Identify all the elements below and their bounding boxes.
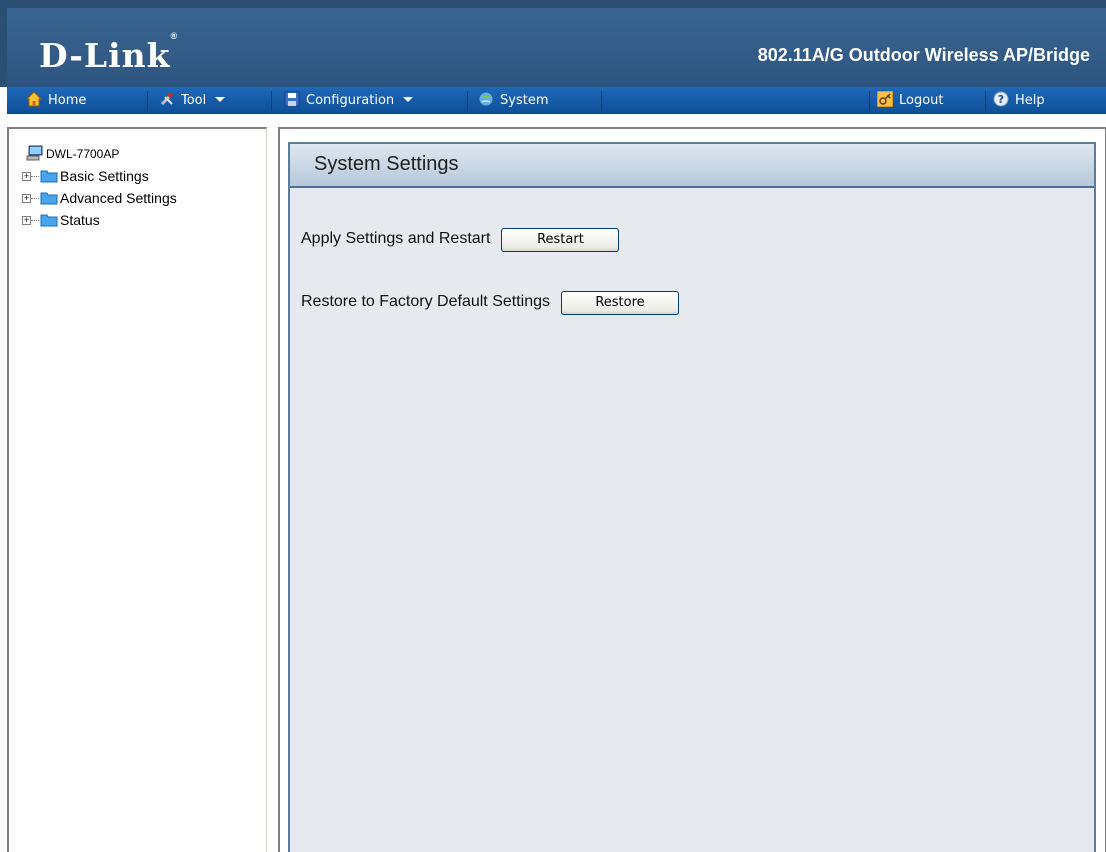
dlink-logo: D-Link® (39, 31, 179, 75)
tree-item-advanced-settings[interactable]: + Advanced Settings (22, 189, 177, 211)
tree-connector (31, 220, 39, 221)
menu-bar: Home Tool Configuration System Logout ? … (7, 87, 1106, 114)
menu-home-label: Home (48, 93, 87, 108)
menu-logout[interactable]: Logout (877, 87, 944, 114)
home-icon (26, 91, 42, 107)
computer-icon (26, 145, 43, 161)
menu-separator (869, 91, 870, 111)
menu-separator (271, 91, 272, 111)
expand-plus-icon[interactable]: + (22, 194, 31, 203)
navigation-tree-panel: DWL-7700AP + Basic Settings + Advanced S… (7, 127, 267, 852)
expand-plus-icon[interactable]: + (22, 216, 31, 225)
svg-text:?: ? (998, 93, 1004, 106)
menu-system-label: System (500, 93, 549, 108)
tree-connector (31, 176, 39, 177)
menu-logout-label: Logout (899, 93, 944, 108)
menu-home[interactable]: Home (26, 87, 86, 114)
page-title: System Settings (290, 144, 1094, 188)
folder-icon (40, 214, 58, 227)
apply-settings-label: Apply Settings and Restart (301, 230, 491, 247)
chevron-down-icon (403, 97, 414, 102)
menu-help-label: Help (1015, 93, 1045, 108)
menu-help[interactable]: ? Help (993, 87, 1045, 114)
tree-item-label: Advanced Settings (60, 190, 177, 206)
menu-separator (601, 91, 602, 111)
folder-icon (40, 192, 58, 205)
menu-tool-label: Tool (181, 93, 207, 108)
menu-configuration[interactable]: Configuration (284, 87, 414, 114)
folder-icon (40, 170, 58, 183)
system-globe-icon (478, 91, 494, 107)
apply-settings-row: Apply Settings and Restart Restart (301, 228, 620, 252)
menu-separator (467, 91, 468, 111)
restore-defaults-label: Restore to Factory Default Settings (301, 293, 550, 310)
content-panel: System Settings Apply Settings and Resta… (278, 127, 1106, 852)
tree-root-label: DWL-7700AP (46, 147, 120, 161)
menu-configuration-label: Configuration (306, 93, 395, 108)
restart-button[interactable]: Restart (501, 228, 620, 252)
tree-item-status[interactable]: + Status (22, 211, 177, 233)
tool-icon (160, 93, 173, 106)
chevron-down-icon (215, 97, 226, 102)
system-settings-box: System Settings Apply Settings and Resta… (288, 142, 1096, 852)
key-icon (877, 91, 893, 107)
tree-item-label: Status (60, 212, 100, 228)
restore-defaults-row: Restore to Factory Default Settings Resto… (301, 291, 679, 315)
header-panel: D-Link® 802.11A/G Outdoor Wireless AP/Br… (7, 8, 1106, 87)
tree-connector (31, 198, 39, 199)
tree-item-label: Basic Settings (60, 168, 149, 184)
tree-root-device[interactable]: DWL-7700AP (26, 145, 177, 167)
navigation-tree: DWL-7700AP + Basic Settings + Advanced S… (22, 145, 177, 233)
help-icon: ? (993, 91, 1009, 107)
product-title: 802.11A/G Outdoor Wireless AP/Bridge (757, 45, 1090, 65)
menu-tool[interactable]: Tool (159, 87, 226, 114)
header-bar: D-Link® 802.11A/G Outdoor Wireless AP/Br… (0, 0, 1106, 87)
expand-plus-icon[interactable]: + (22, 172, 31, 181)
save-disk-icon (284, 91, 300, 107)
tree-item-basic-settings[interactable]: + Basic Settings (22, 167, 177, 189)
menu-separator (985, 91, 986, 111)
restore-button[interactable]: Restore (561, 291, 679, 315)
menu-system[interactable]: System (478, 87, 548, 114)
menu-separator (147, 91, 148, 111)
